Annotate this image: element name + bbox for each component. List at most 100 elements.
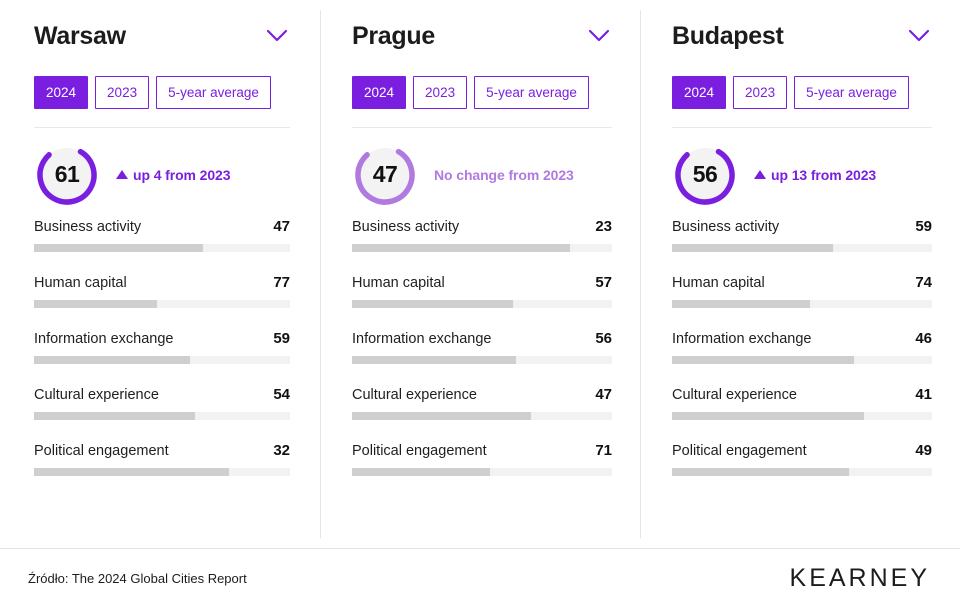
metric-bar-fill [672,412,864,420]
score-donut: 47 [352,142,418,208]
column-header: Budapest [672,10,932,62]
metric-value: 46 [915,330,932,347]
page-title: Budapest [672,24,784,49]
divider [34,127,290,128]
toggle-2023[interactable]: 2023 [733,76,787,109]
metric-label: Information exchange [672,331,811,347]
page-title: Prague [352,24,435,49]
metric-value: 56 [595,330,612,347]
toggle-2023[interactable]: 2023 [95,76,149,109]
score-delta: up 4 from 2023 [116,167,230,183]
metric-label: Human capital [672,275,765,291]
year-toggle-group: 2024 2023 5-year average [34,76,290,109]
list-item: Business activity 47 [34,218,290,252]
city-columns: Warsaw 2024 2023 5-year average 61 [0,0,960,548]
list-item: Cultural experience 41 [672,386,932,420]
overall-score-row: 47 No change from 2023 [352,132,612,218]
list-item: Human capital 77 [34,274,290,308]
metric-label: Cultural experience [672,387,797,403]
metric-list: Business activity 23 Human capital 57 [352,218,612,476]
list-item: Business activity 59 [672,218,932,252]
score-delta: up 13 from 2023 [754,167,876,183]
footer: Źródło: The 2024 Global Cities Report KE… [0,548,960,608]
score-delta-label: No change from 2023 [434,167,574,183]
metric-value: 54 [273,386,290,403]
divider [672,127,932,128]
score-delta-label: up 13 from 2023 [771,167,876,183]
score-delta-label: up 4 from 2023 [133,167,230,183]
list-item: Cultural experience 47 [352,386,612,420]
triangle-up-icon [116,170,128,179]
city-column-prague: Prague 2024 2023 5-year average 47 [320,0,640,548]
metric-bar-fill [352,300,513,308]
metric-label: Political engagement [672,443,807,459]
metric-value: 71 [595,442,612,459]
year-toggle-group: 2024 2023 5-year average [672,76,932,109]
metric-value: 57 [595,274,612,291]
metric-bar-fill [672,356,854,364]
toggle-2024[interactable]: 2024 [352,76,406,109]
list-item: Human capital 57 [352,274,612,308]
metric-value: 47 [595,386,612,403]
metric-list: Business activity 47 Human capital 77 [34,218,290,476]
source-note: Źródło: The 2024 Global Cities Report [28,571,247,586]
list-item: Political engagement 49 [672,442,932,476]
divider [352,127,612,128]
toggle-5-year-average[interactable]: 5-year average [156,76,271,109]
list-item: Information exchange 59 [34,330,290,364]
list-item: Information exchange 56 [352,330,612,364]
page-title: Warsaw [34,24,126,49]
metric-bar-fill [672,468,849,476]
metric-bar-track [34,300,290,308]
metric-label: Human capital [352,275,445,291]
metric-bar-track [672,412,932,420]
score-donut: 61 [34,142,100,208]
metric-bar-fill [352,356,516,364]
metric-bar-track [672,356,932,364]
metric-bar-fill [34,356,190,364]
score-donut: 56 [672,142,738,208]
metric-bar-track [672,468,932,476]
overall-score-row: 61 up 4 from 2023 [34,132,290,218]
list-item: Cultural experience 54 [34,386,290,420]
score-delta: No change from 2023 [434,167,574,183]
toggle-5-year-average[interactable]: 5-year average [474,76,589,109]
toggle-2023[interactable]: 2023 [413,76,467,109]
metric-label: Information exchange [34,331,173,347]
metric-label: Political engagement [352,443,487,459]
metric-bar-fill [352,468,490,476]
list-item: Information exchange 46 [672,330,932,364]
metric-bar-track [352,244,612,252]
metric-bar-fill [34,300,157,308]
metric-bar-track [34,468,290,476]
toggle-5-year-average[interactable]: 5-year average [794,76,909,109]
triangle-up-icon [754,170,766,179]
list-item: Business activity 23 [352,218,612,252]
metric-bar-fill [672,244,833,252]
list-item: Human capital 74 [672,274,932,308]
metric-bar-fill [672,300,810,308]
metric-value: 74 [915,274,932,291]
chevron-down-icon[interactable] [264,23,290,49]
metric-value: 23 [595,218,612,235]
metric-value: 77 [273,274,290,291]
metric-bar-track [352,412,612,420]
column-header: Warsaw [34,10,290,62]
city-column-warsaw: Warsaw 2024 2023 5-year average 61 [0,0,320,548]
metric-label: Cultural experience [34,387,159,403]
chevron-down-icon[interactable] [586,23,612,49]
toggle-2024[interactable]: 2024 [34,76,88,109]
metric-label: Business activity [672,219,779,235]
metric-bar-fill [34,412,195,420]
chevron-down-icon[interactable] [906,23,932,49]
year-toggle-group: 2024 2023 5-year average [352,76,612,109]
toggle-2024[interactable]: 2024 [672,76,726,109]
overall-score-row: 56 up 13 from 2023 [672,132,932,218]
metric-label: Cultural experience [352,387,477,403]
metric-bar-fill [352,412,531,420]
score-value: 61 [34,142,100,208]
metric-bar-track [34,412,290,420]
column-header: Prague [352,10,612,62]
list-item: Political engagement 32 [34,442,290,476]
score-value: 56 [672,142,738,208]
